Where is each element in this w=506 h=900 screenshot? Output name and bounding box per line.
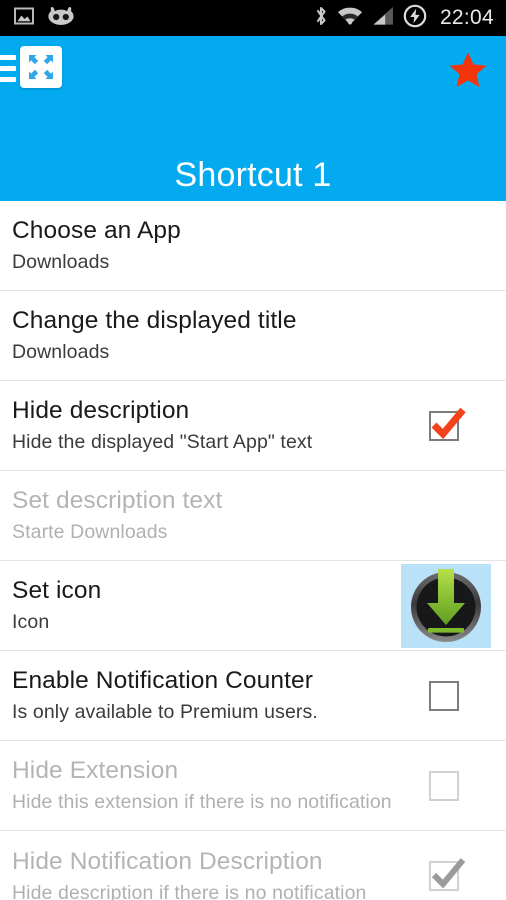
preference-row-choose-an-app[interactable]: Choose an App Downloads xyxy=(0,201,506,291)
preference-title: Hide description xyxy=(12,397,190,424)
preference-widget xyxy=(401,563,491,648)
downloads-app-icon[interactable] xyxy=(401,563,491,648)
status-bar-clock: 22:04 xyxy=(439,6,494,29)
checkmark-icon xyxy=(431,858,466,889)
bluetooth-icon xyxy=(314,5,328,32)
collapse-arrows-icon[interactable] xyxy=(20,46,62,88)
power-saver-icon xyxy=(403,4,427,33)
wifi-icon xyxy=(337,6,363,31)
checkmark-icon xyxy=(431,407,466,439)
app-bar: Shortcut 1 xyxy=(0,36,506,201)
preference-row-hide-description[interactable]: Hide description Hide the displayed "Sta… xyxy=(0,381,506,471)
preference-row-enable-notification-counter[interactable]: Enable Notification Counter Is only avai… xyxy=(0,651,506,741)
preference-summary: Hide description if there is no notifica… xyxy=(12,881,367,900)
preference-summary: Starte Downloads xyxy=(12,521,168,543)
preference-title: Hide Notification Description xyxy=(12,847,323,875)
preference-text: Choose an App Downloads xyxy=(12,202,490,289)
preference-summary: Icon xyxy=(12,611,50,633)
preference-title: Hide Extension xyxy=(12,757,179,784)
checkbox-hide-description[interactable] xyxy=(429,407,466,441)
preference-row-set-icon[interactable]: Set icon Icon xyxy=(0,561,506,651)
preference-row-set-description-text: Set description text Starte Downloads xyxy=(0,471,506,561)
preference-title: Choose an App xyxy=(12,217,181,244)
status-bar-left-icons xyxy=(14,6,74,31)
hamburger-bar xyxy=(0,54,16,60)
status-bar: 22:04 xyxy=(0,0,506,36)
preference-list: Choose an App Downloads Change the displ… xyxy=(0,201,506,900)
preference-widget xyxy=(398,858,490,891)
preference-row-change-displayed-title[interactable]: Change the displayed title Downloads xyxy=(0,291,506,381)
cellular-signal-icon xyxy=(372,6,394,31)
preference-summary: Hide this extension if there is no notif… xyxy=(12,791,392,813)
preference-summary: Is only available to Premium users. xyxy=(12,701,318,723)
preference-row-hide-extension: Hide Extension Hide this extension if th… xyxy=(0,741,506,831)
page-title: Shortcut 1 xyxy=(174,156,332,194)
preference-widget xyxy=(398,770,490,801)
preference-widget xyxy=(398,407,490,441)
cyanogenmod-icon xyxy=(48,6,74,31)
preference-summary: Hide the displayed "Start App" text xyxy=(12,431,313,453)
preference-text: Set icon Icon xyxy=(12,562,401,649)
preference-row-hide-notification-description: Hide Notification Description Hide descr… xyxy=(0,831,506,900)
preference-text: Hide Notification Description Hide descr… xyxy=(12,833,398,900)
preference-title: Set icon xyxy=(12,577,102,604)
preference-text: Hide description Hide the displayed "Sta… xyxy=(12,382,398,469)
checkbox-enable-notification-counter[interactable] xyxy=(429,680,459,711)
checkbox-hide-extension xyxy=(429,770,459,801)
checkbox-hide-notification-description xyxy=(429,858,466,891)
preference-text: Set description text Starte Downloads xyxy=(12,472,490,559)
hamburger-bar xyxy=(0,65,16,71)
hamburger-bar xyxy=(0,76,16,82)
image-icon xyxy=(14,6,34,31)
status-bar-right-icons: 22:04 xyxy=(314,4,494,33)
preference-summary: Downloads xyxy=(12,341,110,363)
preference-widget xyxy=(398,680,490,711)
preference-text: Enable Notification Counter Is only avai… xyxy=(12,652,398,739)
preference-title: Set description text xyxy=(12,487,223,514)
preference-title: Enable Notification Counter xyxy=(12,667,313,694)
preference-text: Change the displayed title Downloads xyxy=(12,292,490,379)
app-bar-top xyxy=(0,36,506,102)
preference-summary: Downloads xyxy=(12,251,110,273)
hamburger-menu-icon[interactable] xyxy=(0,52,16,84)
app-screen: 22:04 Shortcut 1 Choose an App Downloads… xyxy=(0,0,506,900)
preference-text: Hide Extension Hide this extension if th… xyxy=(12,742,398,829)
preference-title: Change the displayed title xyxy=(12,307,297,334)
star-icon[interactable] xyxy=(448,50,488,90)
